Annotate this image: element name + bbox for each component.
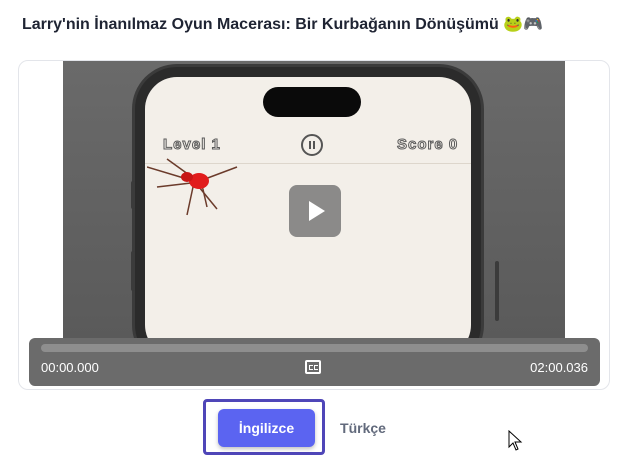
game-level-label: Level 1 [163,136,221,154]
total-time: 02:00.036 [530,360,588,375]
play-button[interactable] [289,185,341,237]
turkish-language-button[interactable]: Türkçe [328,409,398,447]
closed-captions-icon[interactable] [305,360,321,374]
video-controls: 00:00.000 02:00.036 [29,338,600,386]
game-pause-icon [301,134,323,156]
red-bug-icon [147,158,238,216]
dynamic-island [263,87,361,117]
progress-bar[interactable] [41,344,588,352]
page-title: Larry'nin İnanılmaz Oyun Macerası: Bir K… [22,16,544,33]
game-score-label: Score 0 [396,136,459,154]
mouse-cursor-icon [508,430,523,451]
current-time: 00:00.000 [41,360,99,375]
english-language-button[interactable]: İngilizce [218,409,315,447]
